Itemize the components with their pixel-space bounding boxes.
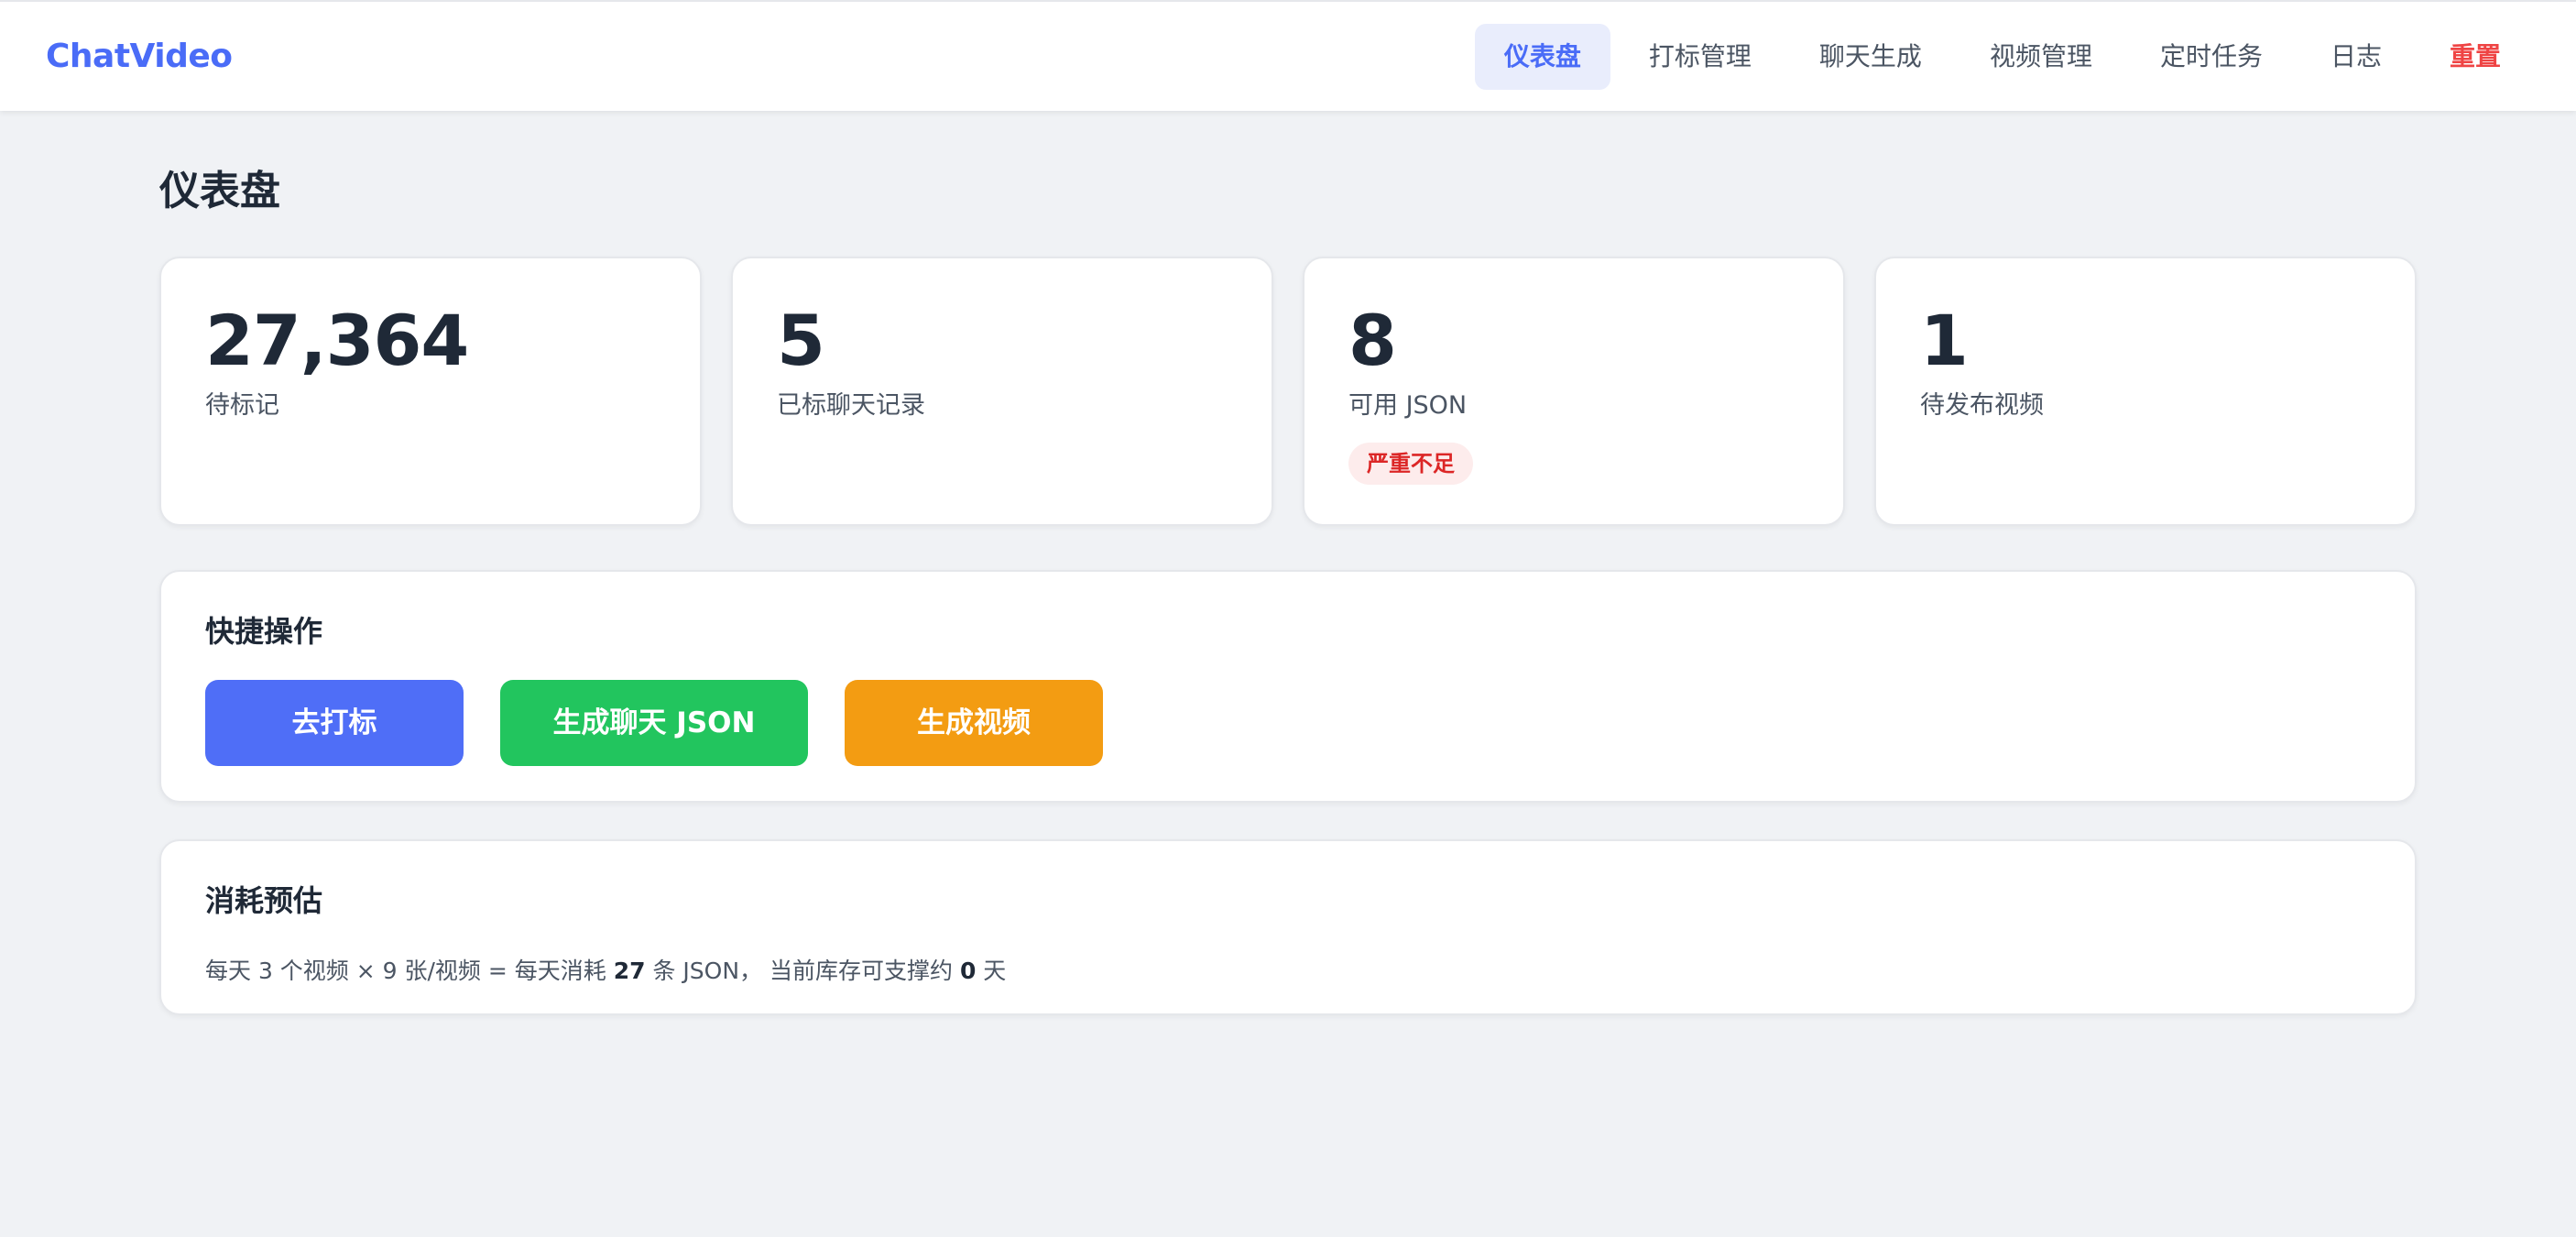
quick-actions-panel: 快捷操作 去打标 生成聊天 JSON 生成视频 (159, 570, 2417, 803)
stat-card-pending-video: 1 待发布视频 (1874, 257, 2417, 526)
stat-card-available-json: 8 可用 JSON 严重不足 (1303, 257, 1845, 526)
stat-label: 已标聊天记录 (777, 391, 925, 420)
estimate-text-part: 每天 3 个视频 × 9 张/视频 = 每天消耗 (205, 958, 606, 984)
nav-item-scheduled-tasks[interactable]: 定时任务 (2131, 24, 2292, 90)
generate-chat-json-button[interactable]: 生成聊天 JSON (500, 680, 808, 766)
top-navbar: ChatVideo 仪表盘 打标管理 聊天生成 视频管理 定时任务 日志 重置 (0, 0, 2576, 111)
support-days: 0 (959, 958, 977, 984)
stat-card-pending-tag: 27,364 待标记 (159, 257, 702, 526)
brand-logo[interactable]: ChatVideo (46, 38, 233, 75)
nav-item-dashboard[interactable]: 仪表盘 (1474, 23, 1610, 90)
stat-value: 27,364 (205, 300, 469, 381)
nav-item-chat-generation[interactable]: 聊天生成 (1790, 24, 1951, 90)
stat-label: 可用 JSON (1348, 391, 1468, 420)
stat-value: 5 (777, 300, 825, 381)
nav-item-reset[interactable]: 重置 (2420, 24, 2530, 90)
stat-value: 8 (1348, 300, 1397, 381)
stat-label: 待发布视频 (1920, 391, 2044, 420)
stat-label: 待标记 (205, 391, 279, 420)
quick-actions: 去打标 生成聊天 JSON 生成视频 (205, 680, 2371, 766)
daily-json-count: 27 (613, 958, 646, 984)
stat-card-tagged-chats: 5 已标聊天记录 (731, 257, 1273, 526)
stat-value: 1 (1920, 300, 1969, 381)
estimate-text: 每天 3 个视频 × 9 张/视频 = 每天消耗 27 条 JSON， 当前库存… (205, 953, 2371, 986)
panel-title: 快捷操作 (205, 614, 323, 649)
status-badge: 严重不足 (1348, 443, 1473, 485)
main-nav: 仪表盘 打标管理 聊天生成 视频管理 定时任务 日志 重置 (1466, 23, 2530, 90)
nav-item-logs[interactable]: 日志 (2301, 24, 2411, 90)
consumption-estimate-panel: 消耗预估 每天 3 个视频 × 9 张/视频 = 每天消耗 27 条 JSON，… (159, 839, 2417, 1015)
estimate-text-part: 天 (983, 958, 1007, 984)
page-title: 仪表盘 (159, 168, 280, 214)
nav-item-video-management[interactable]: 视频管理 (1960, 24, 2122, 90)
generate-video-button[interactable]: 生成视频 (845, 680, 1103, 766)
estimate-text-part: 条 JSON， 当前库存可支撑约 (652, 958, 953, 984)
stats-row: 27,364 待标记 5 已标聊天记录 8 可用 JSON 严重不足 1 待发布… (159, 257, 2417, 526)
panel-title: 消耗预估 (205, 883, 323, 918)
go-tagging-button[interactable]: 去打标 (205, 680, 464, 766)
nav-item-tagging[interactable]: 打标管理 (1620, 24, 1781, 90)
